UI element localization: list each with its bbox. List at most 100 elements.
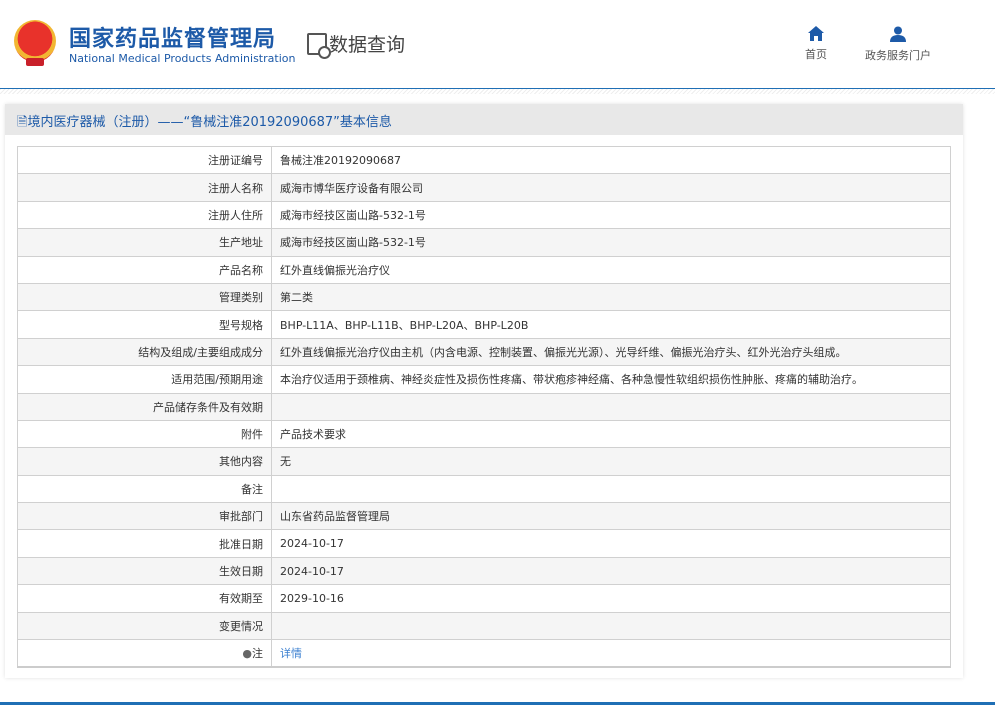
row-value-text: 山东省药品监督管理局 (280, 510, 390, 524)
row-label: 附件 (17, 419, 272, 449)
row-label: 管理类别 (17, 282, 272, 312)
nav-home-label: 首页 (805, 48, 827, 61)
row-value: 鲁械注准20192090687 (271, 145, 951, 175)
row-value (271, 392, 951, 421)
panel-title-text: 境内医疗器械（注册）——“鲁械注准20192090687”基本信息 (27, 115, 392, 130)
nav-service-portal[interactable]: 政务服务门户 (865, 26, 931, 63)
row-label-text: 变更情况 (219, 619, 263, 633)
user-icon (890, 26, 906, 42)
row-label: ●注 (17, 639, 272, 668)
row-label-text: 管理类别 (219, 291, 263, 305)
row-value: 威海市博华医疗设备有限公司 (271, 173, 951, 202)
table-row: 批准日期 2024-10-17 (17, 529, 951, 558)
row-value: 本治疗仪适用于颈椎病、神经炎症性及损伤性疼痛、带状疱疹神经痛、各种急慢性软组织损… (271, 365, 951, 394)
table-row: 适用范围/预期用途 本治疗仪适用于颈椎病、神经炎症性及损伤性疼痛、带状疱疹神经痛、… (17, 365, 951, 394)
row-value-text: 本治疗仪适用于颈椎病、神经炎症性及损伤性疼痛、带状疱疹神经痛、各种急慢性软组织损… (280, 373, 863, 387)
row-value: 威海市经技区崮山路-532-1号 (271, 200, 951, 230)
row-label: 结构及组成/主要组成成分 (17, 337, 272, 367)
row-label: 批准日期 (17, 529, 272, 558)
row-value-text: 鲁械注准20192090687 (280, 154, 401, 168)
panel-title: 🗎境内医疗器械（注册）——“鲁械注准20192090687”基本信息 (5, 104, 963, 135)
row-label: 生产地址 (17, 228, 272, 257)
table-row: 其他内容 无 (17, 447, 951, 476)
row-label-text: 批准日期 (219, 537, 263, 551)
row-value: BHP-L11A、BHP-L11B、BHP-L20A、BHP-L20B (271, 310, 951, 339)
row-value-text: 威海市经技区崮山路-532-1号 (280, 236, 426, 250)
row-value-text: 2024-10-17 (280, 564, 344, 578)
row-value (271, 474, 951, 504)
table-row: 注册证编号 鲁械注准20192090687 (17, 145, 951, 175)
row-label-text: 适用范围/预期用途 (171, 373, 263, 387)
table-row: 注册人住所 威海市经技区崮山路-532-1号 (17, 200, 951, 230)
row-label: 变更情况 (17, 611, 272, 641)
row-value: 红外直线偏振光治疗仪由主机（内含电源、控制装置、偏振光光源）、光导纤维、偏振光治… (271, 337, 951, 367)
row-label: 产品名称 (17, 255, 272, 284)
row-label-text: 注 (252, 646, 263, 660)
row-label: 有效期至 (17, 584, 272, 613)
row-value: 威海市经技区崮山路-532-1号 (271, 228, 951, 257)
data-query-title: 数据查询 (307, 30, 406, 59)
row-label: 生效日期 (17, 556, 272, 586)
row-label: 审批部门 (17, 502, 272, 531)
table-row: 产品名称 红外直线偏振光治疗仪 (17, 255, 951, 284)
row-label-text: 注册人名称 (208, 181, 263, 195)
divider (0, 89, 995, 94)
row-label-text: 备注 (241, 482, 263, 496)
table-row: 生产地址 威海市经技区崮山路-532-1号 (17, 228, 951, 257)
table-row: 产品储存条件及有效期 (17, 392, 951, 421)
nav-home[interactable]: 首页 (805, 26, 827, 62)
row-value: 红外直线偏振光治疗仪 (271, 255, 951, 284)
document-icon: 🗎 (17, 115, 28, 130)
row-value: 山东省药品监督管理局 (271, 502, 951, 531)
row-label-text: 注册证编号 (208, 154, 263, 168)
row-value: 第二类 (271, 282, 951, 312)
detail-table: 注册证编号 鲁械注准20192090687 注册人名称 威海市博华医疗设备有限公司 注册… (17, 145, 951, 668)
table-row: 审批部门 山东省药品监督管理局 (17, 502, 951, 531)
row-value (271, 611, 951, 641)
row-label: 适用范围/预期用途 (17, 365, 272, 394)
row-label: 备注 (17, 474, 272, 504)
row-value-text: BHP-L11A、BHP-L11B、BHP-L20A、BHP-L20B (280, 318, 529, 332)
row-label-text: 型号规格 (219, 318, 263, 332)
table-row: 生效日期 2024-10-17 (17, 556, 951, 586)
row-label: 其他内容 (17, 447, 272, 476)
row-value: 无 (271, 447, 951, 476)
logo-title-cn[interactable]: 国家药品监督管理局 (69, 21, 276, 53)
row-value-text: 第二类 (280, 291, 313, 305)
row-label-text: 生产地址 (219, 236, 263, 250)
data-query-label: 数据查询 (329, 34, 406, 56)
table-row: 附件 产品技术要求 (17, 419, 951, 449)
row-label: 产品储存条件及有效期 (17, 392, 272, 421)
row-value-text: 红外直线偏振光治疗仪由主机（内含电源、控制装置、偏振光光源）、光导纤维、偏振光治… (280, 345, 847, 359)
row-value-text: 产品技术要求 (280, 428, 346, 442)
info-panel: 🗎境内医疗器械（注册）——“鲁械注准20192090687”基本信息 注册证编号… (5, 104, 963, 678)
national-emblem-logo (14, 20, 56, 66)
row-label: 注册人住所 (17, 200, 272, 230)
logo-title-en[interactable]: National Medical Products Administration (69, 52, 295, 65)
table-row: 管理类别 第二类 (17, 282, 951, 312)
row-label-text: 产品储存条件及有效期 (153, 400, 263, 414)
row-label-text: 附件 (241, 428, 263, 442)
table-row: ●注 详情 (17, 639, 951, 668)
details-link[interactable]: 详情 (280, 647, 302, 660)
row-value-text: 红外直线偏振光治疗仪 (280, 263, 390, 277)
home-icon (808, 26, 824, 41)
row-label-text: 注册人住所 (208, 208, 263, 222)
row-label-text: 其他内容 (219, 455, 263, 469)
table-row: 变更情况 (17, 611, 951, 641)
row-label-text: 产品名称 (219, 263, 263, 277)
row-value: 详情 (271, 639, 951, 668)
search-document-icon (307, 32, 331, 59)
row-label-text: 生效日期 (219, 565, 263, 579)
nav-service-portal-label: 政务服务门户 (865, 49, 931, 62)
row-value: 2029-10-16 (271, 584, 951, 613)
row-value-text: 2029-10-16 (280, 591, 344, 605)
pin-icon: ● (242, 646, 252, 660)
site-header: 国家药品监督管理局 National Medical Products Admi… (0, 0, 995, 89)
table-row: 注册人名称 威海市博华医疗设备有限公司 (17, 173, 951, 202)
row-value: 产品技术要求 (271, 419, 951, 449)
row-label-text: 有效期至 (219, 592, 263, 606)
row-value: 2024-10-17 (271, 529, 951, 558)
row-value: 2024-10-17 (271, 556, 951, 586)
row-value-text: 威海市博华医疗设备有限公司 (280, 181, 423, 195)
